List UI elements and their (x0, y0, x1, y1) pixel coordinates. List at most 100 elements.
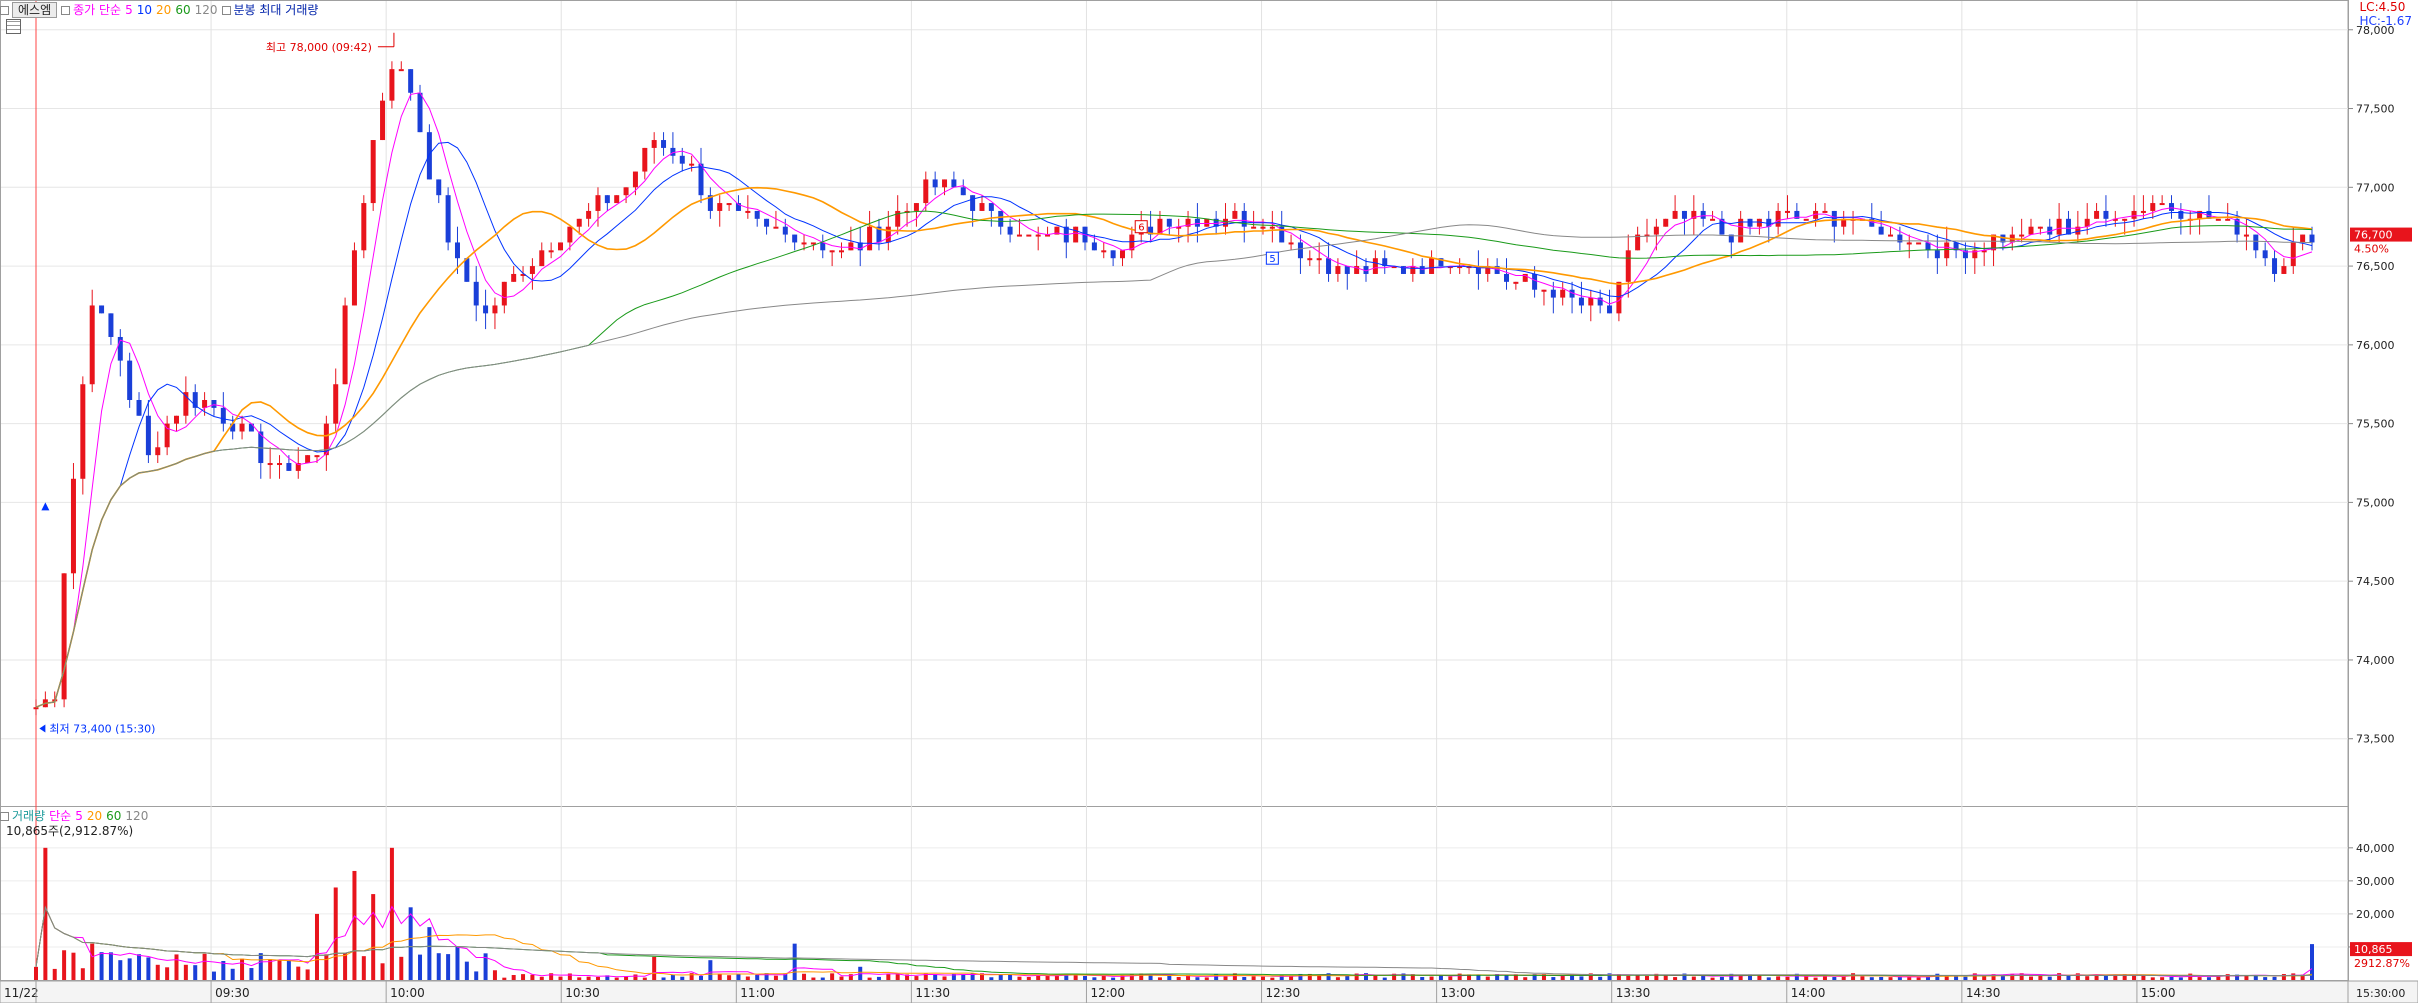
volume-bar (258, 953, 263, 980)
volume-bar (436, 953, 441, 980)
volume-bar (2169, 976, 2174, 980)
lc-value: LC:4.50 (2359, 0, 2406, 14)
candle-body (2019, 234, 2025, 237)
candle-body (820, 242, 826, 251)
candle-body (764, 218, 770, 227)
volume-bar (52, 968, 57, 980)
volume-bar (558, 976, 563, 980)
volume-bar (146, 957, 151, 980)
candle-body (1035, 234, 1041, 237)
candle-body (651, 140, 657, 148)
candle-body (548, 250, 554, 253)
volume-bar (933, 974, 938, 980)
volume-bar (2047, 976, 2052, 980)
volume-bar (408, 907, 413, 980)
volume-bar (577, 977, 582, 980)
volume-bar (1813, 977, 1818, 980)
ma-10-label: 10 (136, 3, 153, 17)
ma-60-label: 60 (175, 3, 191, 17)
volume-bar (314, 913, 319, 980)
ma-120-label: 120 (194, 3, 218, 17)
candle-body (1803, 218, 1809, 221)
candle-body (2290, 242, 2296, 267)
candle-body (239, 423, 245, 432)
volume-bar (1167, 975, 1172, 980)
candle-body (202, 400, 208, 408)
candle-body (1588, 297, 1594, 306)
volume-bar (1579, 976, 1584, 980)
volume-label: 거래량 (12, 809, 46, 823)
stock-name-tab[interactable]: 에스엠 (12, 2, 58, 18)
price-tick-label: 77,000 (2356, 181, 2395, 194)
candle-body (595, 195, 601, 211)
candle-body (173, 415, 179, 424)
volume-bar (1223, 976, 1228, 980)
volume-bar (202, 953, 207, 980)
candle-body (454, 242, 460, 259)
volume-bar (745, 976, 750, 980)
volume-bar (474, 971, 479, 980)
volume-bar (2010, 973, 2015, 980)
candle-body (726, 203, 732, 206)
volume-bar (1101, 975, 1106, 980)
candle-body (277, 463, 283, 466)
candle-body (389, 69, 395, 101)
candle-body (1513, 281, 1519, 284)
candle-body (342, 305, 348, 385)
volume-bar (642, 977, 647, 980)
panel-toggle-icon[interactable] (0, 6, 9, 15)
volume-bar (1691, 976, 1696, 980)
price-tick-label: 77,500 (2356, 103, 2395, 116)
candle-body (2056, 218, 2062, 235)
time-tick-label: 12:00 (1090, 986, 1125, 1000)
volume-bar (1195, 977, 1200, 980)
candle-body (2103, 210, 2109, 219)
candle-body (2150, 203, 2156, 211)
ma-toggle-icon[interactable] (61, 6, 71, 15)
candle-body (33, 707, 39, 710)
price-tick-label: 75,000 (2356, 496, 2395, 509)
candle-body (745, 210, 751, 213)
candle-body (689, 163, 695, 166)
candle-body (1232, 210, 1238, 219)
volume-bar (820, 977, 825, 980)
candle-body (145, 415, 151, 456)
candle-body (1532, 273, 1538, 290)
stock-chart-canvas[interactable]: 78,00077,50077,00076,50076,00075,50075,0… (0, 0, 2418, 1003)
volume-bar (2057, 973, 2062, 980)
candle-body (801, 242, 807, 245)
marker-5-label: 5 (1269, 254, 1275, 265)
volume-tick-label: 40,000 (2356, 842, 2395, 855)
volume-bar (1382, 977, 1387, 980)
volume-panel-toggle-icon[interactable] (0, 812, 9, 821)
candle-body (848, 242, 854, 251)
volume-bar (361, 956, 366, 980)
volume-bar (343, 953, 348, 980)
volume-toggle-icon[interactable] (221, 6, 231, 15)
time-tick-label: 14:00 (1791, 986, 1826, 1000)
candle-body (2272, 258, 2278, 274)
candle-body (2215, 218, 2221, 221)
candle-body (1007, 226, 1013, 235)
volume-bar (1420, 977, 1425, 980)
candle-body (70, 478, 76, 574)
volume-bar (1663, 975, 1668, 980)
volume-bar (661, 977, 666, 980)
volume-bar (1635, 975, 1640, 980)
marker-6-label: 6 (1138, 223, 1144, 234)
candle-body (351, 250, 357, 306)
candle-body (576, 218, 582, 227)
candle-body (2140, 210, 2146, 213)
volume-bar (230, 968, 235, 980)
candle-body (1091, 242, 1097, 251)
volume-bar (1251, 976, 1256, 980)
candle-body (960, 187, 966, 196)
candle-body (1335, 266, 1341, 274)
volume-bar (1673, 977, 1678, 980)
indicator-grid-icon[interactable] (6, 19, 21, 34)
ma-5-label: 5 (125, 3, 133, 17)
volume-bar (1289, 976, 1294, 980)
volume-bar (324, 954, 329, 980)
volume-bar (502, 977, 507, 980)
candle-body (1616, 281, 1622, 314)
